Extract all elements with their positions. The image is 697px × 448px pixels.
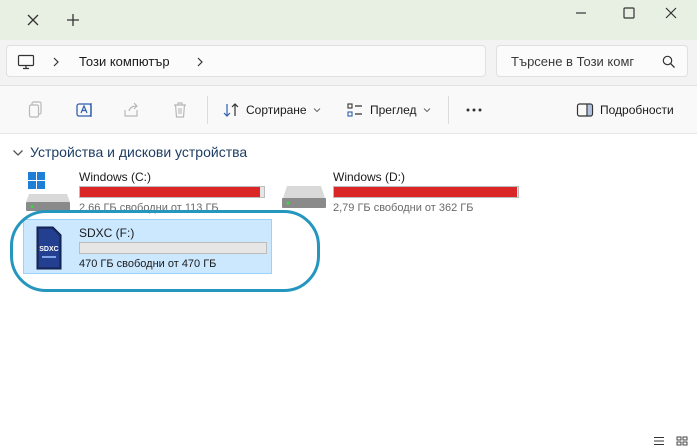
view-icon [347,103,362,117]
hard-drive-icon [282,186,326,208]
drive-usage-fill [80,187,260,197]
drive-usage-bar [333,186,519,198]
chevron-right-icon[interactable] [51,55,61,69]
drive-usage-fill [334,187,517,197]
drive-free-space: 2,79 ГБ свободни от 362 ГБ [333,202,474,214]
minimize-icon[interactable] [568,4,594,22]
chevron-right-icon[interactable] [195,55,205,69]
computer-icon [17,54,35,70]
details-label: Подробности [600,103,674,117]
drive-name: Windows (C:) [79,170,152,184]
search-icon[interactable] [661,54,677,70]
toolbar-divider [448,96,449,124]
address-bar[interactable]: Този компютър [6,45,486,77]
maximize-icon[interactable] [618,4,640,22]
close-window-icon[interactable] [660,4,682,22]
status-edge [0,436,4,446]
view-label: Преглед [370,103,417,117]
group-header[interactable]: Устройства и дискови устройства [30,144,247,160]
status-bar [0,434,697,448]
drive-usage-bar [79,186,265,198]
close-tab-icon[interactable] [24,11,42,29]
more-options-icon[interactable] [464,100,484,120]
sort-icon [223,103,239,117]
chevron-down-icon[interactable] [12,149,24,157]
details-pane-button[interactable]: Подробности [576,98,674,122]
address-row: Този компютър Търсене в Този комг [0,40,697,86]
sort-button[interactable]: Сортиране [222,98,321,122]
search-input[interactable]: Търсене в Този комг [511,54,647,69]
highlight-annotation [10,210,320,292]
search-box[interactable]: Търсене в Този комг [496,45,688,77]
chevron-down-icon [423,108,430,113]
windows-drive-icon [26,172,70,211]
breadcrumb-this-pc[interactable]: Този компютър [79,54,170,69]
drive-name: Windows (D:) [333,170,406,184]
chevron-down-icon [313,108,320,113]
tiles-view-icon[interactable] [676,436,688,446]
copy-icon[interactable] [26,100,46,120]
drive-d[interactable]: Windows (D:) 2,79 ГБ свободни от 362 ГБ [280,168,530,214]
rename-icon[interactable] [75,100,95,120]
new-tab-icon[interactable] [64,11,82,29]
share-icon[interactable] [122,100,142,120]
drive-c[interactable]: Windows (C:) 2,66 ГБ свободни от 113 ГБ [24,168,274,214]
details-view-icon[interactable] [653,436,665,446]
command-bar: Сортиране Преглед Подробности [0,86,697,134]
delete-icon[interactable] [170,100,190,120]
view-button[interactable]: Преглед [346,98,431,122]
title-bar [0,0,697,40]
sort-label: Сортиране [246,103,307,117]
toolbar-divider [207,96,208,124]
details-pane-icon [576,103,594,117]
